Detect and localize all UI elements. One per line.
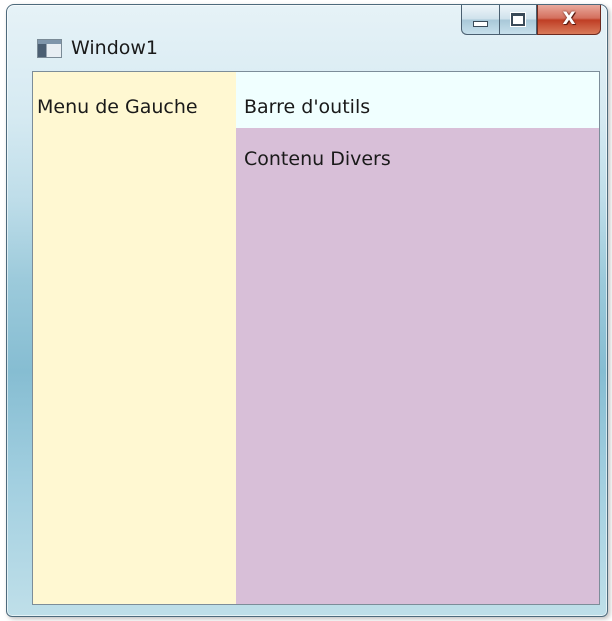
title-bar[interactable]: Window1 X	[7, 5, 607, 71]
caption-buttons: X	[461, 5, 601, 35]
maximize-button[interactable]	[499, 5, 537, 35]
toolbar-label: Barre d'outils	[244, 96, 371, 118]
content-label: Contenu Divers	[244, 148, 391, 170]
close-icon: X	[562, 9, 576, 29]
client-area: Menu de Gauche Barre d'outils Contenu Di…	[32, 71, 600, 605]
window-app-icon[interactable]	[37, 39, 62, 58]
minimize-icon	[473, 20, 488, 27]
toolbar-panel: Barre d'outils	[236, 72, 599, 128]
window-title: Window1	[71, 37, 159, 59]
application-window: Window1 X Menu de Gauche Barre d'outils …	[6, 4, 608, 617]
maximize-icon	[511, 13, 525, 26]
minimize-button[interactable]	[461, 5, 499, 35]
left-menu-panel: Menu de Gauche	[33, 72, 236, 604]
left-menu-label: Menu de Gauche	[37, 96, 198, 118]
close-button[interactable]: X	[537, 5, 601, 35]
content-panel: Contenu Divers	[236, 128, 599, 604]
